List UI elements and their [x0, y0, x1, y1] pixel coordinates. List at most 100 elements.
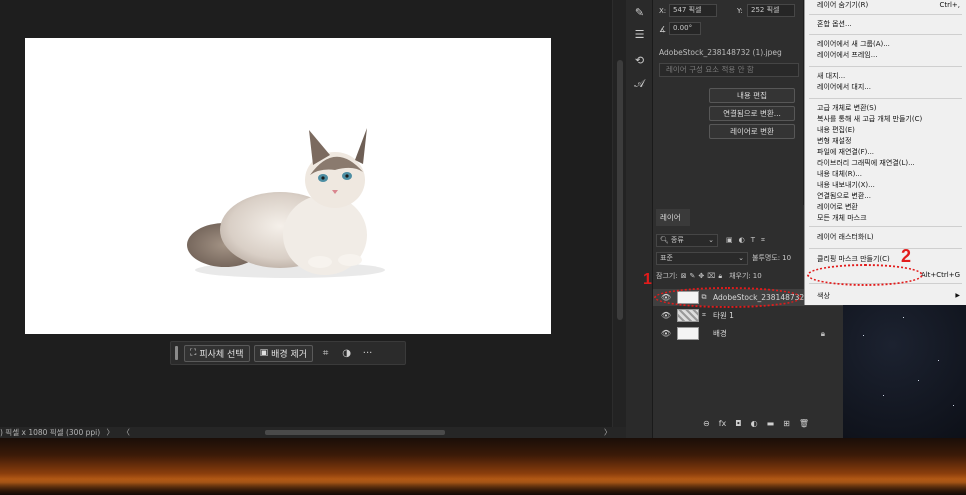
lock-label: 잠그기:	[656, 272, 678, 280]
select-subject-button[interactable]: ⛶ 피사체 선택	[184, 344, 250, 362]
submenu-arrow-icon: ▶	[955, 292, 960, 299]
fx-icon[interactable]: fx	[719, 419, 727, 428]
transform-icon[interactable]: ⌗	[317, 345, 334, 362]
smart-object-file-name: AdobeStock_238148732 (1).jpeg	[659, 48, 782, 57]
vertical-scrollbar[interactable]	[612, 0, 626, 427]
menu-item-object-mask[interactable]: 모든 개체 마스크	[817, 214, 867, 223]
remove-background-button[interactable]: ▣ 배경 제거	[253, 344, 314, 362]
opacity-value[interactable]: 10	[782, 254, 791, 262]
menu-item-export-contents[interactable]: 내용 내보내기(X)...	[817, 181, 875, 190]
menu-item-convert-linked[interactable]: 연결됨으로 변환...	[817, 192, 871, 201]
panel-tool-strip: ✎ ☰ ⟲ 𝒜	[626, 0, 653, 438]
drag-handle[interactable]	[175, 346, 178, 360]
menu-divider	[809, 98, 962, 99]
menu-item-reset-transform[interactable]: 변형 재설정	[817, 137, 851, 146]
glyphs-icon[interactable]: 𝒜	[631, 75, 648, 92]
chevron-down-icon: ⌄	[708, 236, 714, 244]
brush-settings-icon[interactable]: ✎	[631, 4, 648, 21]
menu-item-edit-contents[interactable]: 내용 편집(E)	[817, 126, 855, 135]
visibility-eye-icon[interactable]: 👁︎	[659, 311, 673, 320]
menu-item-frame-from-layers[interactable]: 레이어에서 프레임...	[817, 51, 877, 60]
menu-item-relink-library[interactable]: 라이브러리 그래픽에 재연결(L)...	[817, 159, 915, 168]
layer-thumbnail	[677, 309, 699, 322]
person-icon: ⛶	[190, 348, 197, 358]
opacity-label: 불투명도:	[752, 254, 781, 262]
remove-background-label: 배경 제거	[271, 349, 308, 360]
menu-shortcut: Alt+Ctrl+G	[920, 271, 960, 279]
more-options-button[interactable]: ···	[359, 345, 376, 362]
scroll-left-arrow[interactable]: 〈	[122, 428, 130, 437]
menu-divider	[809, 34, 962, 35]
scroll-right-arrow[interactable]: 〉	[604, 427, 612, 438]
document-info: ) 픽셀 x 1080 픽셀 (300 ppi) 〉 〈	[0, 428, 130, 437]
delete-icon[interactable]: 🗑︎	[799, 419, 809, 428]
document-canvas[interactable]: ⛶ 피사체 선택 ▣ 배경 제거 ⌗ ◑ ···	[0, 0, 612, 427]
adjustment-layer-icon[interactable]: ◐	[751, 419, 758, 428]
sliders-icon[interactable]: ☰	[631, 26, 648, 43]
menu-divider	[809, 66, 962, 67]
angle-field[interactable]: 0.00°	[669, 22, 701, 35]
menu-item-new-artboard[interactable]: 새 대지...	[817, 72, 845, 81]
properties-panel: X: 547 픽셀 Y: 252 픽셀 ∡ 0.00° AdobeStock_2…	[653, 0, 803, 205]
adjustment-icon[interactable]: ◑	[338, 345, 355, 362]
menu-item-artboard-from-layers[interactable]: 레이어에서 대지...	[817, 83, 871, 92]
menu-shortcut: Ctrl+,	[939, 1, 960, 9]
y-position-field[interactable]: 252 픽셀	[747, 4, 795, 17]
lock-icon: 🔒︎	[820, 328, 825, 338]
filter-icons[interactable]: ▣◐T⌗	[726, 236, 771, 245]
menu-item-rasterize-layer[interactable]: 레이어 래스터화(L)	[817, 233, 874, 242]
contextual-task-bar: ⛶ 피사체 선택 ▣ 배경 제거 ⌗ ◑ ···	[170, 341, 406, 365]
fill-value[interactable]: 10	[753, 272, 762, 280]
convert-to-linked-button[interactable]: 연결됨으로 변환...	[709, 106, 795, 121]
menu-item-new-smart-object-via-copy[interactable]: 복사를 통해 새 고급 개체 만들기(C)	[817, 115, 922, 124]
layer-name: 배경	[713, 329, 727, 338]
layer-comp-select[interactable]: 레이어 구성 요소 적용 안 함	[659, 63, 799, 77]
lock-row: 잠그기: ⊠✎✥⌧🔒︎ 채우기: 10	[656, 269, 762, 283]
image-artboard[interactable]	[25, 38, 551, 334]
layer-filter-select[interactable]: 🔍︎ 종류 ⌄	[656, 233, 718, 247]
menu-divider	[809, 14, 962, 15]
blend-mode-select[interactable]: 표준 ⌄	[656, 251, 748, 265]
convert-to-layers-button[interactable]: 레이어로 변환	[709, 124, 795, 139]
layer-name: 타원 1	[713, 311, 734, 320]
menu-item-convert-to-layers[interactable]: 레이어로 변환	[817, 203, 858, 212]
desktop-wallpaper	[0, 438, 966, 495]
annotation-number-1: 1	[643, 271, 652, 288]
history-icon[interactable]: ⟲	[631, 52, 648, 69]
add-mask-icon[interactable]: ◘	[735, 419, 741, 428]
x-label: X:	[659, 7, 667, 15]
layer-row-ellipse[interactable]: 👁︎ ⌗ 타원 1	[653, 307, 843, 324]
cat-photo	[185, 120, 385, 288]
status-menu-arrow[interactable]: 〉	[107, 428, 115, 437]
edit-contents-button[interactable]: 내용 편집	[709, 88, 795, 103]
menu-item-blending-options[interactable]: 혼합 옵션...	[817, 20, 852, 29]
menu-item-create-clipping-mask[interactable]: 클리핑 마스크 만들기(C)	[817, 255, 890, 264]
y-label: Y:	[737, 7, 743, 15]
search-icon: 🔍︎	[660, 236, 669, 244]
horizontal-scroll-thumb[interactable]	[265, 430, 445, 435]
shape-icon: ⌗	[702, 311, 706, 319]
annotation-ellipse-layer	[654, 287, 802, 308]
visibility-eye-icon[interactable]: 👁︎	[659, 329, 673, 338]
layer-context-menu: 레이어 숨기기(R) Ctrl+, 혼합 옵션... 레이어에서 새 그룹(A)…	[804, 0, 966, 305]
layer-thumbnail	[677, 327, 699, 340]
menu-item-color[interactable]: 색상	[817, 292, 830, 301]
layer-filter-row: 🔍︎ 종류 ⌄ ▣◐T⌗	[656, 233, 771, 247]
tab-layers[interactable]: 레이어	[656, 209, 690, 226]
menu-item-relink-to-file[interactable]: 파일에 재연결(F)...	[817, 148, 874, 157]
x-position-field[interactable]: 547 픽셀	[669, 4, 717, 17]
image-icon: ▣	[259, 348, 269, 358]
vertical-scroll-thumb[interactable]	[617, 60, 623, 320]
layers-footer: ⊖ fx ◘ ◐ ▬ ⊞ 🗑︎	[703, 419, 809, 428]
menu-item-replace-contents[interactable]: 내용 대체(R)...	[817, 170, 862, 179]
menu-item-group-from-layers[interactable]: 레이어에서 새 그룹(A)...	[817, 40, 890, 49]
menu-item-hide-layer[interactable]: 레이어 숨기기(R)	[817, 1, 868, 10]
new-layer-icon[interactable]: ⊞	[783, 419, 790, 428]
new-group-icon[interactable]: ▬	[767, 419, 775, 428]
menu-item-convert-smart-object[interactable]: 고급 개체로 변환(S)	[817, 104, 876, 113]
link-layers-icon[interactable]: ⊖	[703, 419, 710, 428]
desktop-wallpaper-sky	[843, 305, 966, 438]
layer-row-background[interactable]: 👁︎ 배경 🔒︎	[653, 325, 843, 342]
angle-icon: ∡	[659, 25, 667, 34]
lock-icons[interactable]: ⊠✎✥⌧🔒︎	[681, 272, 725, 281]
